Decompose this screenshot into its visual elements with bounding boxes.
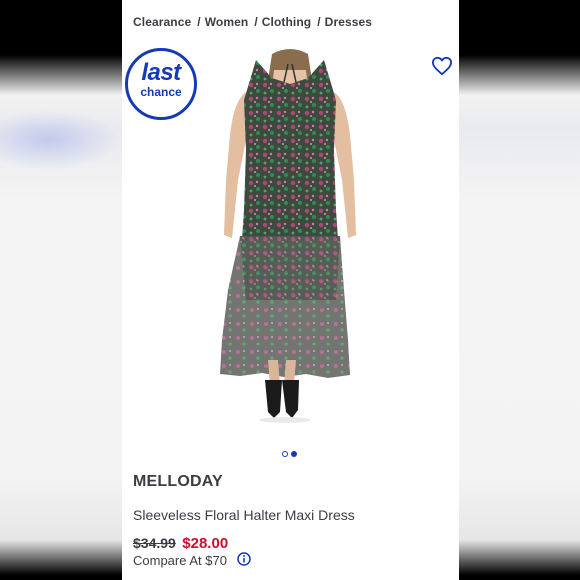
- info-button[interactable]: [236, 552, 251, 569]
- last-chance-badge: last chance: [125, 48, 197, 120]
- badge-line-1: last: [141, 59, 181, 86]
- original-price: $34.99: [133, 535, 176, 551]
- carousel-dot-active[interactable]: [291, 451, 297, 457]
- heart-icon: [431, 56, 452, 76]
- carousel-dot[interactable]: [282, 451, 288, 457]
- breadcrumb-item-women[interactable]: Women: [205, 15, 249, 29]
- price-block: $34.99 $28.00: [133, 535, 228, 553]
- product-title: Sleeveless Floral Halter Maxi Dress: [133, 507, 355, 523]
- breadcrumb-separator: /: [317, 15, 321, 29]
- info-icon: [236, 552, 251, 566]
- breadcrumb-item-dresses[interactable]: Dresses: [325, 15, 372, 29]
- sale-price: $28.00: [182, 535, 229, 552]
- breadcrumb: Clearance / Women / Clothing / Dresses: [133, 15, 372, 29]
- breadcrumb-separator: /: [197, 15, 201, 29]
- compare-at-price: Compare At $70: [133, 552, 251, 569]
- breadcrumb-item-clothing[interactable]: Clothing: [262, 15, 311, 29]
- product-brand[interactable]: MELLODAY: [133, 473, 223, 491]
- wishlist-button[interactable]: [431, 56, 453, 76]
- carousel-indicator: [282, 444, 300, 457]
- badge-line-2: chance: [140, 85, 182, 99]
- product-card: Clearance / Women / Clothing / Dresses l…: [122, 0, 459, 580]
- breadcrumb-item-clearance[interactable]: Clearance: [133, 15, 191, 29]
- breadcrumb-separator: /: [254, 15, 258, 29]
- compare-at-text: Compare At $70: [133, 553, 227, 568]
